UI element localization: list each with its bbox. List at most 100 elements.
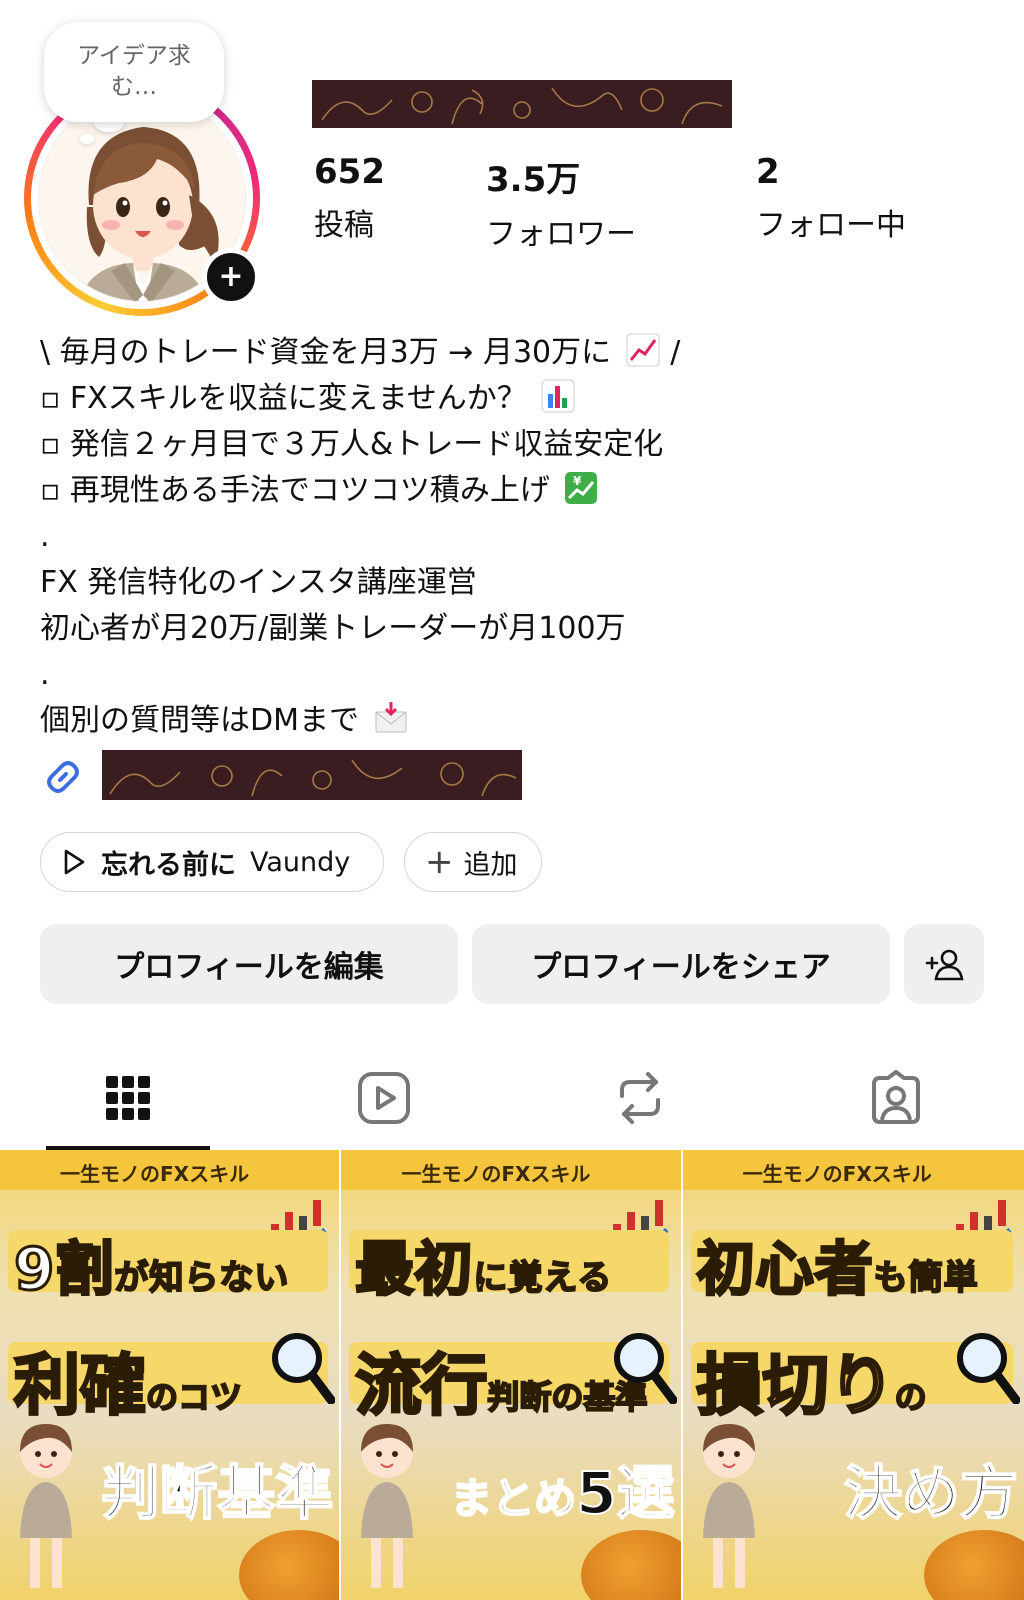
headline-big: 損切り: [695, 1346, 896, 1426]
bio-line-text: ▫︎ FXスキルを収益に変えませんか？: [40, 381, 527, 416]
headline-big: 9割: [12, 1234, 115, 1305]
headline-big: 最初: [354, 1234, 474, 1305]
headline-big: 初心者: [695, 1234, 874, 1305]
bio: \ 毎月のトレード資金を月3万 → 月30万に / ▫︎ FXスキルを収益に変え…: [40, 330, 1000, 744]
post-thumbnail[interactable]: 一生モノのFXスキル 最初に覚える 流行判断の基準 まとめ5選: [341, 1150, 681, 1600]
tab-grid[interactable]: [0, 1050, 256, 1146]
username-redacted: [312, 80, 732, 128]
play-icon: [64, 849, 85, 875]
headline-big: 流行: [354, 1346, 489, 1426]
post-series-label: 一生モノのFXスキル: [742, 1162, 932, 1186]
tab-tagged[interactable]: [768, 1050, 1024, 1146]
decorative-swirl: [239, 1530, 340, 1600]
bio-line-text: 初心者が月20万/副業トレーダーが月100万: [40, 611, 626, 646]
post-headline-3: 判断基準: [100, 1446, 334, 1530]
music-title: 忘れる前に: [101, 849, 236, 881]
posts-count: 652: [314, 152, 385, 192]
note-bubble[interactable]: アイデア求む…: [44, 22, 224, 122]
bio-line: \ 毎月のトレード資金を月3万 → 月30万に /: [40, 330, 1000, 376]
post-headline-3: まとめ5選: [449, 1446, 675, 1530]
headline-big: 5選: [575, 1458, 675, 1528]
link-url-redacted[interactable]: [102, 750, 522, 800]
headline-big: 決め方: [843, 1458, 1019, 1528]
headline-small: が知らない: [113, 1257, 290, 1299]
bio-line: FX 発信特化のインスタ講座運営: [40, 560, 1000, 606]
post-headline-3: 決め方: [843, 1446, 1019, 1530]
post-thumbnail[interactable]: 一生モノのFXスキル 9割が知らない 利確のコツ 判断基準: [0, 1150, 340, 1600]
stat-followers[interactable]: 3.5万 フォロワー: [486, 152, 636, 253]
followers-label: フォロワー: [486, 217, 636, 252]
plus-icon: +: [425, 842, 454, 882]
woman-illustration-icon: [361, 1424, 414, 1588]
post-headline-2: 損切りの: [695, 1332, 928, 1428]
plus-icon: +: [218, 259, 244, 294]
repost-icon: [620, 1072, 660, 1124]
decorative-swirl: [923, 1530, 1024, 1600]
tab-reposts[interactable]: [512, 1050, 768, 1146]
following-label: フォロー中: [756, 208, 906, 243]
chart-yen-emoji-icon: ¥: [565, 472, 598, 504]
profile-tabs: [0, 1050, 1024, 1150]
headline-small: も簡単: [873, 1257, 979, 1299]
bar-chart-emoji-icon: [541, 379, 575, 413]
add-pill-button[interactable]: + 追加: [404, 832, 542, 892]
post-series-label: 一生モノのFXスキル: [60, 1162, 250, 1186]
bio-line: ▫︎ 再現性ある手法でコツコツ積み上げ ¥: [40, 468, 1000, 514]
headline-big: 判断基準: [100, 1458, 334, 1528]
envelope-arrow-emoji-icon: [375, 702, 407, 733]
headline-mid: まとめ: [449, 1473, 577, 1524]
stat-following[interactable]: 2 フォロー中: [756, 152, 906, 244]
bio-line: 初心者が月20万/副業トレーダーが月100万: [40, 606, 1000, 652]
svg-text:¥: ¥: [573, 474, 582, 488]
post-series-label: 一生モノのFXスキル: [401, 1162, 591, 1186]
link-icon: [47, 761, 79, 793]
profile-stats: 652 投稿 3.5万 フォロワー 2 フォロー中: [314, 152, 994, 252]
post-thumbnail[interactable]: 一生モノのFXスキル 初心者も簡単 損切りの 決め方: [682, 1150, 1024, 1600]
bio-line-text: .: [40, 519, 50, 554]
edit-profile-button[interactable]: プロフィールを編集: [40, 924, 458, 1004]
bio-line-text: FX 発信特化のインスタ講座運営: [40, 565, 477, 600]
bio-line: 個別の質問等はDMまで: [40, 698, 1000, 744]
bio-line: ▫︎ 発信２ヶ月目で３万人&トレード収益安定化: [40, 422, 1000, 468]
decorative-swirl: [580, 1530, 681, 1600]
chart-increasing-emoji-icon: [626, 333, 660, 367]
post-headline-1: 9割が知らない: [12, 1222, 290, 1306]
bio-link[interactable]: [40, 750, 640, 800]
post-headline-2: 流行判断の基準: [354, 1332, 649, 1428]
add-pill-label: 追加: [463, 849, 518, 881]
post-headline-1: 初心者も簡単: [695, 1222, 979, 1306]
share-profile-button[interactable]: プロフィールをシェア: [472, 924, 890, 1004]
posts-label: 投稿: [314, 208, 374, 243]
bio-line-text: 個別の質問等はDMまで: [40, 703, 359, 738]
music-artist: Vaundy: [250, 846, 351, 878]
reels-icon: [358, 1072, 410, 1124]
magnifier-icon: [956, 1333, 1020, 1404]
following-count: 2: [756, 152, 780, 192]
grid-icon: [106, 1076, 150, 1120]
woman-illustration-icon: [702, 1424, 755, 1588]
followers-count: 3.5万: [486, 160, 581, 200]
headline-small: の: [894, 1377, 928, 1417]
post-headline-2: 利確のコツ: [13, 1332, 244, 1428]
tab-reels[interactable]: [256, 1050, 512, 1146]
stat-posts[interactable]: 652 投稿: [314, 152, 385, 244]
music-pill[interactable]: 忘れる前に Vaundy: [40, 832, 384, 892]
floral-pattern-icon: [321, 87, 723, 125]
headline-big: 利確: [13, 1346, 148, 1426]
add-person-icon: [925, 949, 964, 981]
magnifier-icon: [272, 1333, 336, 1404]
share-profile-label: プロフィールをシェア: [531, 950, 831, 985]
add-story-button[interactable]: +: [202, 248, 260, 306]
tagged-person-icon: [872, 1070, 920, 1124]
bio-line: .: [40, 652, 1000, 698]
post-grid: 一生モノのFXスキル 9割が知らない 利確のコツ 判断基準 一生モノのFXスキル…: [0, 1150, 1024, 1600]
floral-pattern-icon: [109, 759, 517, 797]
post-headline-1: 最初に覚える: [354, 1222, 613, 1306]
discover-people-button[interactable]: [904, 924, 984, 1004]
bio-line-text: .: [40, 657, 50, 692]
headline-small: に覚える: [472, 1257, 613, 1299]
bio-line-text: ▫︎ 再現性ある手法でコツコツ積み上げ: [40, 473, 550, 508]
headline-small: のコツ: [145, 1377, 243, 1417]
woman-illustration-icon: [20, 1424, 72, 1588]
bio-line-text: ▫︎ 発信２ヶ月目で３万人&トレード収益安定化: [40, 427, 664, 462]
